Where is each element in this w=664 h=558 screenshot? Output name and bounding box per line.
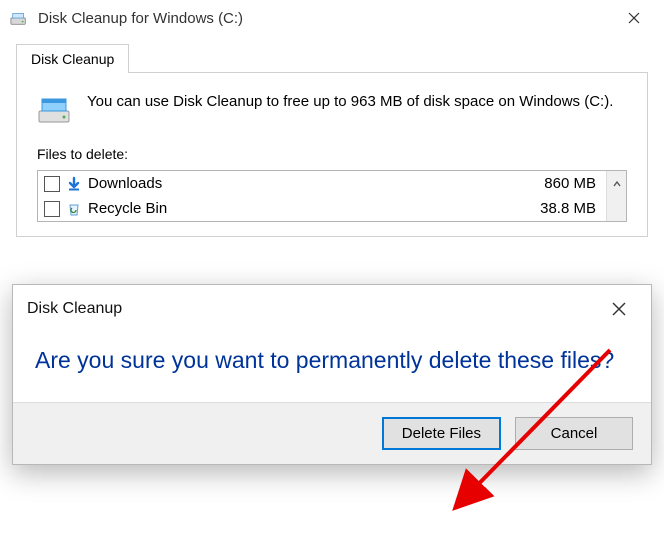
tab-panel: You can use Disk Cleanup to free up to 9… [16, 72, 648, 237]
list-item-name: Recycle Bin [88, 200, 534, 217]
dialog-close-button[interactable] [601, 295, 637, 323]
list-item[interactable]: Recycle Bin 38.8 MB [38, 196, 606, 221]
close-button[interactable] [614, 3, 654, 33]
titlebar: Disk Cleanup for Windows (C:) [0, 0, 664, 36]
window-title: Disk Cleanup for Windows (C:) [38, 10, 614, 27]
scrollbar[interactable] [606, 171, 626, 221]
drive-cleanup-icon [10, 9, 28, 27]
download-arrow-icon [66, 176, 82, 192]
close-icon [612, 302, 626, 316]
dialog-titlebar: Disk Cleanup [13, 285, 651, 331]
list-item-size: 38.8 MB [540, 200, 600, 217]
intro-text: You can use Disk Cleanup to free up to 9… [87, 91, 613, 112]
main-window: Disk Cleanup for Windows (C:) Disk Clean… [0, 0, 664, 237]
intro-row: You can use Disk Cleanup to free up to 9… [37, 91, 627, 130]
dialog-body: Are you sure you want to permanently del… [13, 331, 651, 402]
list-item[interactable]: Downloads 860 MB [38, 171, 606, 196]
checkbox-recycle-bin[interactable] [44, 201, 60, 217]
tab-row: Disk Cleanup [16, 44, 648, 73]
delete-files-button[interactable]: Delete Files [382, 417, 501, 450]
close-icon [628, 12, 640, 24]
list-item-name: Downloads [88, 175, 538, 192]
tab-disk-cleanup[interactable]: Disk Cleanup [16, 44, 129, 73]
files-to-delete-label: Files to delete: [37, 146, 627, 162]
cancel-button[interactable]: Cancel [515, 417, 633, 450]
list-item-size: 860 MB [544, 175, 600, 192]
checkbox-downloads[interactable] [44, 176, 60, 192]
dialog-title: Disk Cleanup [27, 300, 601, 318]
recycle-bin-icon [66, 201, 82, 217]
dialog-message: Are you sure you want to permanently del… [35, 345, 629, 376]
window-body: Disk Cleanup You can use Disk Cleanup to… [0, 36, 664, 237]
dialog-footer: Delete Files Cancel [13, 402, 651, 464]
confirm-dialog: Disk Cleanup Are you sure you want to pe… [12, 284, 652, 465]
chevron-up-icon [612, 179, 622, 189]
file-list: Downloads 860 MB Recycle Bin 38.8 MB [37, 170, 627, 222]
scroll-up-button[interactable] [607, 171, 626, 196]
drive-icon [37, 91, 73, 130]
